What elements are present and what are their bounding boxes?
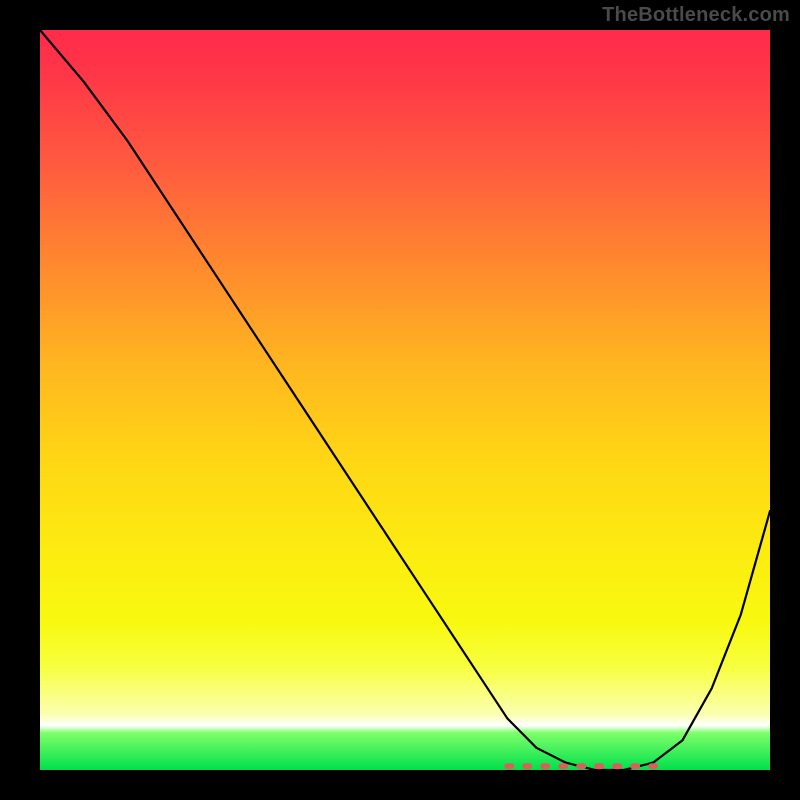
chart-svg — [40, 30, 770, 770]
chart-container: TheBottleneck.com — [0, 0, 800, 800]
plot-area — [40, 30, 770, 770]
watermark-text: TheBottleneck.com — [602, 4, 790, 27]
bottleneck-curve — [40, 30, 770, 770]
